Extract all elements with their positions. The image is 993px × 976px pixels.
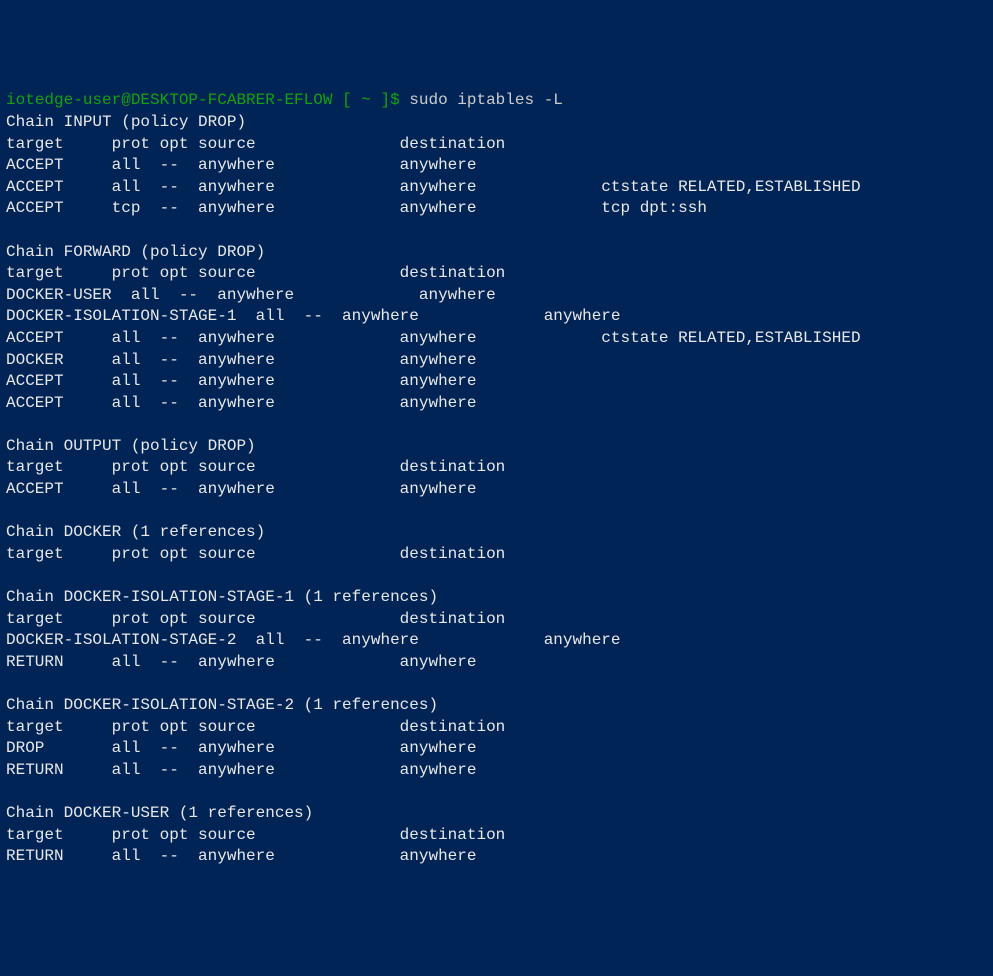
prompt-command[interactable]: sudo iptables -L	[409, 91, 563, 109]
prompt-user-host: iotedge-user@DESKTOP-FCABRER-EFLOW	[6, 91, 332, 109]
prompt-path: [ ~ ]$	[332, 91, 409, 109]
terminal-output: Chain INPUT (policy DROP) target prot op…	[6, 112, 987, 868]
